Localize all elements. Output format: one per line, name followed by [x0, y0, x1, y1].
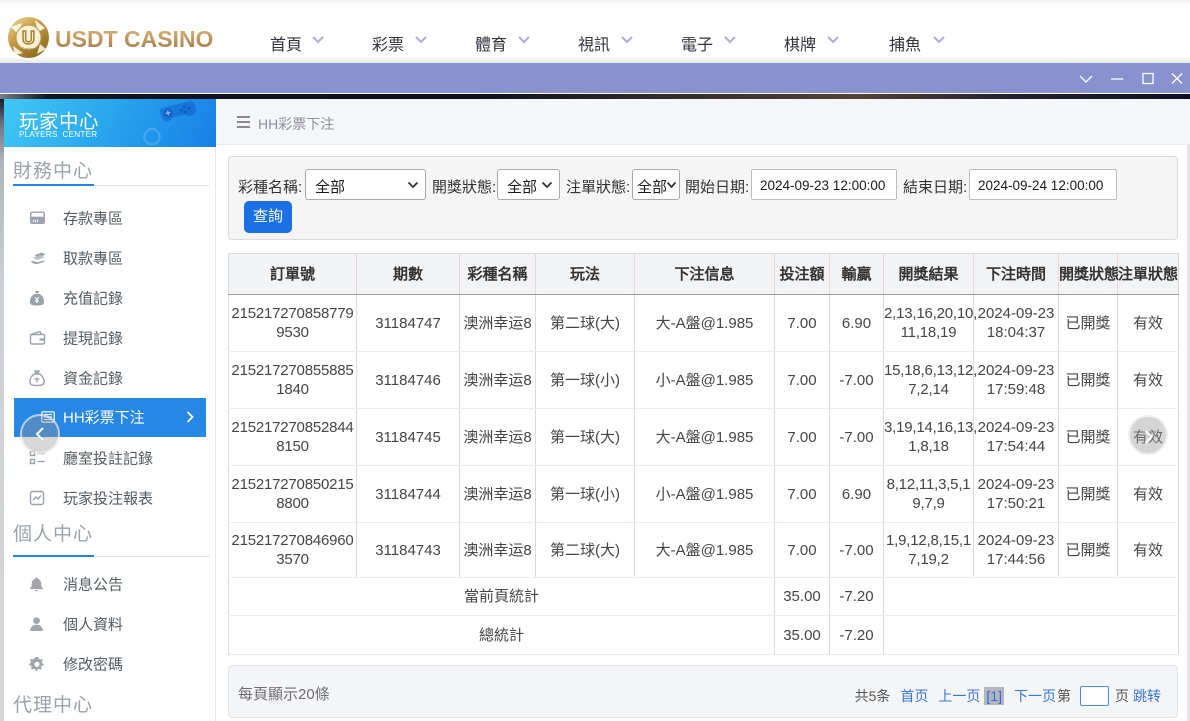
- svg-text:Casino: Casino: [21, 47, 36, 52]
- svg-text:U: U: [22, 28, 35, 48]
- svg-text:¥: ¥: [35, 296, 40, 305]
